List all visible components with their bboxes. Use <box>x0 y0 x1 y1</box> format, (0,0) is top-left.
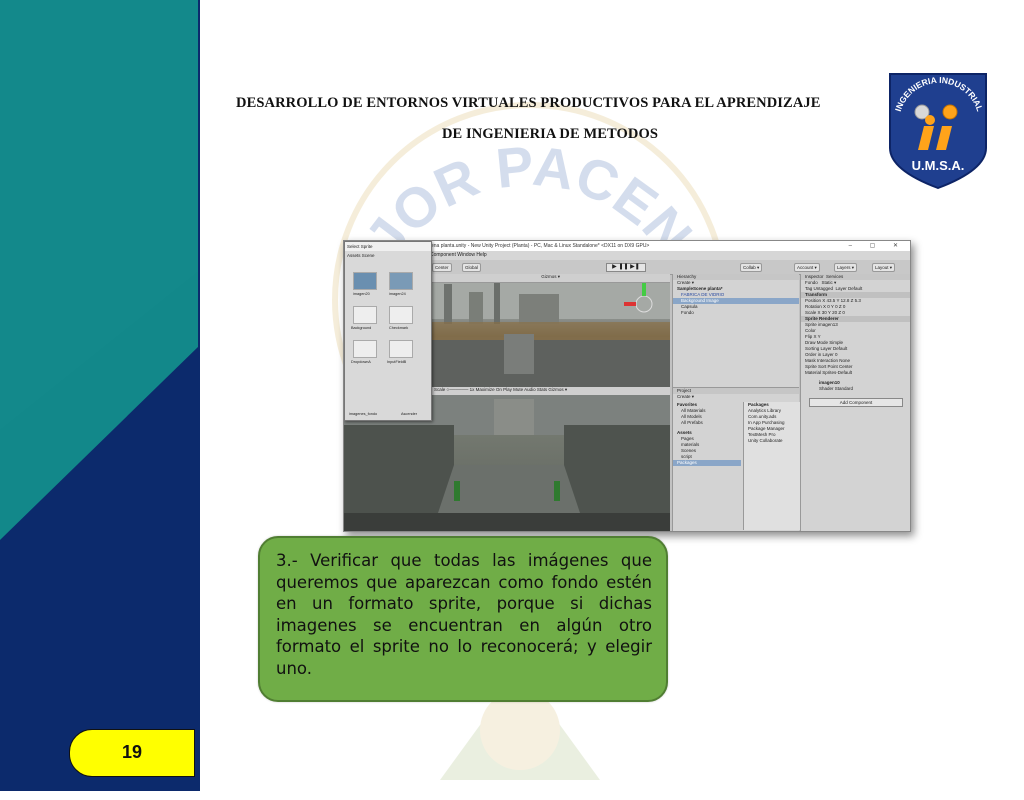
hierarchy-item[interactable]: Fondo <box>673 310 799 316</box>
select-sprite-title: Select Sprite <box>345 242 431 251</box>
sprite-thumb[interactable] <box>389 272 413 290</box>
logo-bottom-text: U.M.S.A. <box>912 158 965 173</box>
sprite-label: imagenes_fondo <box>349 412 378 416</box>
sprite-label: Background <box>351 326 372 330</box>
sprite-thumb[interactable] <box>389 340 413 358</box>
umsa-industrial-engineering-logo: INGENIERIA INDUSTRIAL U.M.S.A. <box>889 73 987 190</box>
favorites-item[interactable]: All Prefabs <box>673 420 741 426</box>
select-sprite-tabs[interactable]: Assets Scene <box>345 251 431 260</box>
page-number-badge: 19 <box>69 729 195 777</box>
inspector-tab[interactable]: Inspector <box>805 274 824 279</box>
packages-item[interactable]: Unity Collaborate <box>744 438 800 444</box>
sprite-renderer-field[interactable]: Material Sprites-Default <box>801 370 910 376</box>
unity-editor-screenshot: scena planta.unity - New Unity Project (… <box>343 240 911 532</box>
project-panel[interactable]: Project Create ▾ Favorites All Materials… <box>672 387 800 531</box>
hierarchy-panel[interactable]: Hierarchy Create ▾ SampleScene planta* F… <box>672 274 799 387</box>
instruction-text: 3.- Verificar que todas las imágenes que… <box>276 551 652 678</box>
sprite-label: Checkmark <box>389 326 409 330</box>
sprite-label: DropdownA <box>351 360 371 364</box>
collab-dropdown[interactable]: Collab ▾ <box>740 263 763 272</box>
document-title-line-1: DESARROLLO DE ENTORNOS VIRTUALES PRODUCT… <box>236 95 821 111</box>
layout-dropdown[interactable]: Layout ▾ <box>872 263 896 272</box>
gizmos-menu[interactable]: Gizmos ▾ <box>541 274 670 279</box>
menu-items[interactable]: Component Window Help <box>430 252 487 258</box>
global-toggle[interactable]: Global <box>462 263 482 272</box>
assets-item[interactable]: Packages <box>673 460 741 466</box>
select-sprite-window[interactable]: Select Sprite Assets Scene imagen20 imag… <box>344 241 432 421</box>
layers-dropdown[interactable]: Layers ▾ <box>834 263 858 272</box>
add-component-button[interactable]: Add Component <box>809 398 903 407</box>
sprite-thumb[interactable] <box>389 306 413 324</box>
sprite-label: imagen24 <box>389 292 406 296</box>
window-title: scena planta.unity - New Unity Project (… <box>426 243 650 249</box>
center-toggle[interactable]: Center <box>432 263 452 272</box>
play-controls[interactable]: ▶ ❚❚ ▶❚ <box>606 263 646 272</box>
account-dropdown[interactable]: Account ▾ <box>794 263 820 272</box>
sprite-label: Ascender <box>401 412 418 416</box>
instruction-callout: 3.- Verificar que todas las imágenes que… <box>258 536 668 702</box>
sprite-thumb[interactable] <box>353 340 377 358</box>
left-sidebar-decoration <box>0 0 200 791</box>
page-number: 19 <box>121 742 143 762</box>
document-title-line-2: DE INGENIERIA DE METODOS <box>441 126 659 142</box>
static-checkbox[interactable]: Static ▾ <box>822 280 837 285</box>
sprite-label: imagen20 <box>353 292 370 296</box>
project-create-button[interactable]: Create ▾ <box>673 394 799 400</box>
services-tab[interactable]: Services <box>826 274 843 279</box>
shader-dropdown[interactable]: Shader Standard <box>801 386 910 392</box>
object-name-field[interactable]: Fondo <box>805 280 818 285</box>
sprite-label: InputFieldB <box>387 360 407 364</box>
sprite-thumb[interactable] <box>353 306 377 324</box>
window-controls[interactable]: – ▢ ✕ <box>849 242 906 249</box>
layer-dropdown[interactable]: Layer Default <box>836 286 863 291</box>
tag-dropdown[interactable]: Tag Untagged <box>805 286 833 291</box>
sidebar-shape <box>0 0 200 791</box>
sprite-thumb[interactable] <box>353 272 377 290</box>
inspector-panel[interactable]: Inspector Services Fondo Static ▾ Tag Un… <box>800 274 910 531</box>
